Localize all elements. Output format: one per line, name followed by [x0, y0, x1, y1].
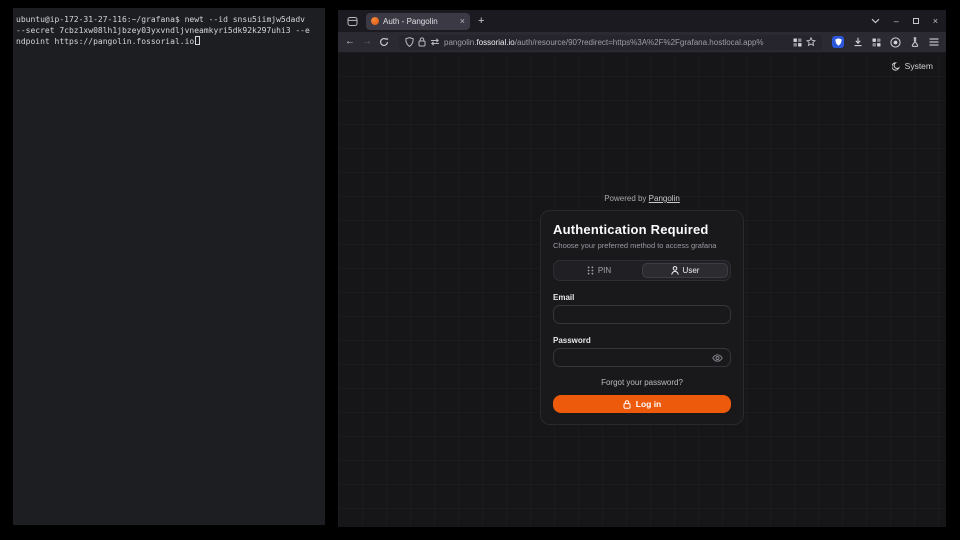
theme-toggle[interactable]: System: [892, 61, 933, 71]
containers-grid-icon[interactable]: [793, 38, 802, 47]
tab-pin-label: PIN: [598, 266, 611, 275]
moon-icon: [892, 62, 901, 71]
adblock-circle-icon[interactable]: [890, 37, 901, 48]
terminal-line: --secret 7cbz1xw08lh1jbzey03yxvndljvneam…: [16, 25, 323, 36]
pangolin-favicon-icon: [371, 17, 379, 25]
extensions-icon[interactable]: [872, 38, 881, 47]
toolbar-extension-icons: [832, 36, 939, 48]
bitwarden-extension-icon[interactable]: [832, 36, 844, 48]
window-controls: – ×: [871, 16, 938, 26]
terminal-window[interactable]: ubuntu@ip-172-31-27-116:~/grafana$ newt …: [13, 8, 325, 525]
keypad-icon: [587, 266, 594, 275]
tab-title: Auth - Pangolin: [383, 17, 456, 26]
auth-method-tabs: PIN User: [553, 260, 731, 281]
back-button[interactable]: ←: [345, 37, 355, 47]
url-text: pangolin.fossorial.io/auth/resource/90?r…: [444, 38, 789, 47]
new-tab-button[interactable]: +: [478, 15, 484, 27]
browser-toolbar: ← → pangolin.fossorial.io/auth/resource/…: [338, 32, 946, 52]
connection-lock-icon[interactable]: [418, 37, 426, 47]
terminal-cursor: [195, 36, 200, 45]
terminal-line: ndpoint https://pangolin.fossorial.io: [16, 36, 323, 47]
url-bar[interactable]: pangolin.fossorial.io/auth/resource/90?r…: [399, 35, 822, 50]
hamburger-menu-icon[interactable]: [929, 38, 939, 46]
login-button-label: Log in: [636, 399, 662, 409]
login-button[interactable]: Log in: [553, 395, 731, 413]
downloads-icon[interactable]: [853, 37, 863, 47]
browser-window: Auth - Pangolin × + – × ← → p: [338, 10, 946, 527]
tab-list-chevron-icon[interactable]: [871, 18, 880, 24]
firefox-view-icon[interactable]: [344, 13, 360, 29]
forward-button: →: [362, 37, 372, 47]
tab-pin[interactable]: PIN: [556, 263, 642, 278]
theme-toggle-label: System: [905, 61, 933, 71]
auth-section: Powered by Pangolin Authentication Requi…: [540, 194, 744, 425]
browser-tab-auth-pangolin[interactable]: Auth - Pangolin ×: [366, 13, 470, 30]
tab-user-label: User: [683, 266, 700, 275]
maximize-button[interactable]: [913, 18, 919, 24]
reload-button[interactable]: [379, 37, 389, 47]
password-field[interactable]: [553, 348, 731, 367]
bookmark-star-icon[interactable]: [806, 37, 816, 47]
show-password-eye-icon[interactable]: [712, 354, 723, 362]
minimize-button[interactable]: –: [894, 16, 899, 26]
tab-user[interactable]: User: [642, 263, 728, 278]
auth-card: Authentication Required Choose your pref…: [540, 210, 744, 425]
forgot-password-link[interactable]: Forgot your password?: [553, 378, 731, 387]
lock-icon: [623, 400, 631, 409]
powered-by: Powered by Pangolin: [540, 194, 744, 203]
password-label: Password: [553, 336, 731, 345]
email-field[interactable]: [553, 305, 731, 324]
card-subtitle: Choose your preferred method to access g…: [553, 241, 731, 250]
email-label: Email: [553, 293, 731, 302]
page-viewport: System Powered by Pangolin Authenticatio…: [338, 52, 946, 527]
permissions-swap-icon[interactable]: [430, 38, 440, 46]
tab-close-icon[interactable]: ×: [460, 17, 465, 26]
tab-bar: Auth - Pangolin × + – ×: [338, 10, 946, 32]
terminal-line: ubuntu@ip-172-31-27-116:~/grafana$ newt …: [16, 14, 323, 25]
flask-extension-icon[interactable]: [910, 37, 920, 47]
close-window-button[interactable]: ×: [933, 16, 938, 26]
pangolin-link[interactable]: Pangolin: [649, 194, 680, 203]
card-title: Authentication Required: [553, 222, 731, 237]
user-icon: [671, 266, 679, 275]
tracking-protection-shield-icon[interactable]: [405, 37, 414, 47]
